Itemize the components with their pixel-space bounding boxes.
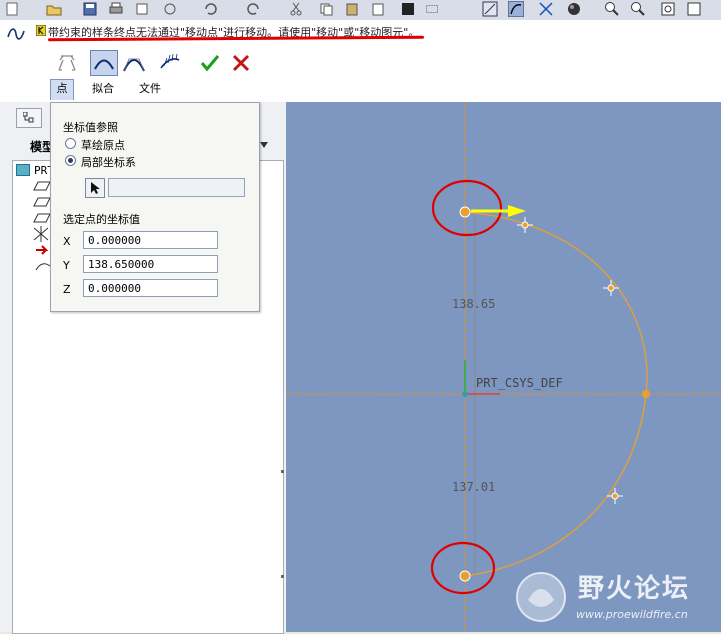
spline-mode-icon[interactable] bbox=[508, 1, 524, 17]
x-coordinate-input[interactable]: 0.000000 bbox=[83, 231, 218, 249]
control-point-spline-icon[interactable] bbox=[122, 53, 146, 75]
datum-display-icon[interactable] bbox=[538, 1, 554, 17]
shading-sphere-icon[interactable] bbox=[566, 1, 582, 17]
coord-values-heading: 选定点的坐标值 bbox=[63, 213, 140, 226]
splitter-handle[interactable] bbox=[281, 470, 284, 473]
watermark-logo-icon bbox=[516, 572, 566, 622]
csys-collector-field[interactable] bbox=[108, 178, 245, 197]
spline-tool-icon bbox=[7, 28, 25, 40]
select-csys-button[interactable] bbox=[85, 178, 105, 198]
save-icon[interactable] bbox=[82, 1, 98, 17]
polygon-spline-icon[interactable] bbox=[56, 52, 78, 74]
annotation-circle-bottom bbox=[430, 541, 496, 595]
spline-point[interactable] bbox=[611, 492, 619, 500]
chevron-down-icon[interactable] bbox=[260, 142, 268, 148]
csys-label[interactable]: PRT_CSYS_DEF bbox=[476, 376, 563, 390]
graphics-window[interactable]: 138.65 137.01 PRT_CSYS_DEF 野火论坛 www.proe… bbox=[286, 102, 721, 632]
tab-point-label: 点 bbox=[56, 82, 68, 95]
redo-icon[interactable] bbox=[246, 1, 262, 17]
spline-points bbox=[517, 217, 650, 504]
copy-icon[interactable] bbox=[318, 1, 334, 17]
tab-file-label: 文件 bbox=[139, 82, 161, 95]
radio-local-csys[interactable] bbox=[65, 155, 76, 166]
z-label: Z bbox=[63, 283, 71, 296]
open-folder-icon[interactable] bbox=[46, 1, 62, 17]
point-tab-panel: 坐标值参照 草绘原点 局部坐标系 选定点的坐标值 X 0.000000 Y 13… bbox=[50, 102, 260, 312]
csys-origin bbox=[462, 391, 468, 397]
zoom-in-icon[interactable] bbox=[604, 1, 620, 17]
interpolation-arc-icon bbox=[94, 59, 114, 70]
tab-point[interactable]: 点 bbox=[50, 79, 74, 100]
cancel-x-icon[interactable] bbox=[232, 54, 250, 72]
paste-icon[interactable] bbox=[344, 1, 360, 17]
refit-icon[interactable] bbox=[660, 1, 676, 17]
regenerate-icon[interactable] bbox=[400, 1, 416, 17]
radio-sketch-origin[interactable] bbox=[65, 138, 76, 149]
spline-point[interactable] bbox=[642, 390, 650, 398]
x-label: X bbox=[63, 235, 71, 248]
spline-point[interactable] bbox=[607, 284, 615, 292]
interpolation-mode-button[interactable] bbox=[90, 50, 118, 76]
tree-tab-icon bbox=[23, 112, 34, 123]
spline-point[interactable] bbox=[521, 221, 529, 229]
y-coordinate-input[interactable]: 138.650000 bbox=[83, 255, 218, 273]
new-file-icon[interactable] bbox=[4, 1, 20, 17]
accept-checkmark-icon[interactable] bbox=[200, 54, 220, 72]
warning-icon bbox=[36, 25, 46, 36]
watermark: 野火论坛 www.proewildfire.cn bbox=[510, 564, 720, 630]
message-bar: 带约束的样条终点无法通过"移动点"进行移动。请使用"移动"或"移动图元"。 bbox=[0, 20, 721, 48]
sketch-canvas: 138.65 137.01 PRT_CSYS_DEF bbox=[286, 102, 721, 632]
coord-reference-heading: 坐标值参照 bbox=[63, 121, 118, 134]
radio-selected-dot bbox=[68, 158, 73, 163]
tab-fit-label: 拟合 bbox=[92, 82, 114, 95]
cut-icon[interactable] bbox=[288, 1, 304, 17]
annotation-arrowhead bbox=[508, 205, 526, 217]
watermark-url: www.proewildfire.cn bbox=[576, 608, 688, 621]
undo-icon[interactable] bbox=[202, 1, 218, 17]
splitter-handle-lower[interactable] bbox=[281, 575, 284, 578]
sketch-view-icon[interactable] bbox=[482, 1, 498, 17]
spline-endpoint-bottom[interactable] bbox=[459, 570, 471, 582]
dimension-top[interactable]: 138.65 bbox=[452, 297, 495, 311]
part-icon bbox=[16, 164, 30, 176]
top-toolbar bbox=[0, 0, 721, 21]
curvature-analysis-icon[interactable] bbox=[158, 52, 182, 74]
orient-icon[interactable] bbox=[686, 1, 702, 17]
dimension-bottom[interactable]: 137.01 bbox=[452, 480, 495, 494]
watermark-title: 野火论坛 bbox=[578, 574, 691, 604]
send-mail-icon[interactable] bbox=[134, 1, 150, 17]
spline-endpoint-top[interactable] bbox=[459, 206, 471, 218]
cursor-arrow-icon bbox=[91, 182, 100, 194]
z-coordinate-input[interactable]: 0.000000 bbox=[83, 279, 218, 297]
select-box-icon[interactable] bbox=[426, 1, 442, 17]
model-tree-tab[interactable] bbox=[16, 108, 42, 128]
tab-fit[interactable]: 拟合 bbox=[88, 80, 118, 98]
radio-sketch-origin-label: 草绘原点 bbox=[81, 139, 125, 152]
y-label: Y bbox=[63, 259, 70, 272]
link-icon[interactable] bbox=[162, 1, 178, 17]
zoom-out-icon[interactable] bbox=[630, 1, 646, 17]
print-icon[interactable] bbox=[108, 1, 124, 17]
copy-special-icon[interactable] bbox=[370, 1, 386, 17]
tab-file[interactable]: 文件 bbox=[134, 80, 166, 98]
radio-local-csys-label: 局部坐标系 bbox=[81, 156, 136, 169]
